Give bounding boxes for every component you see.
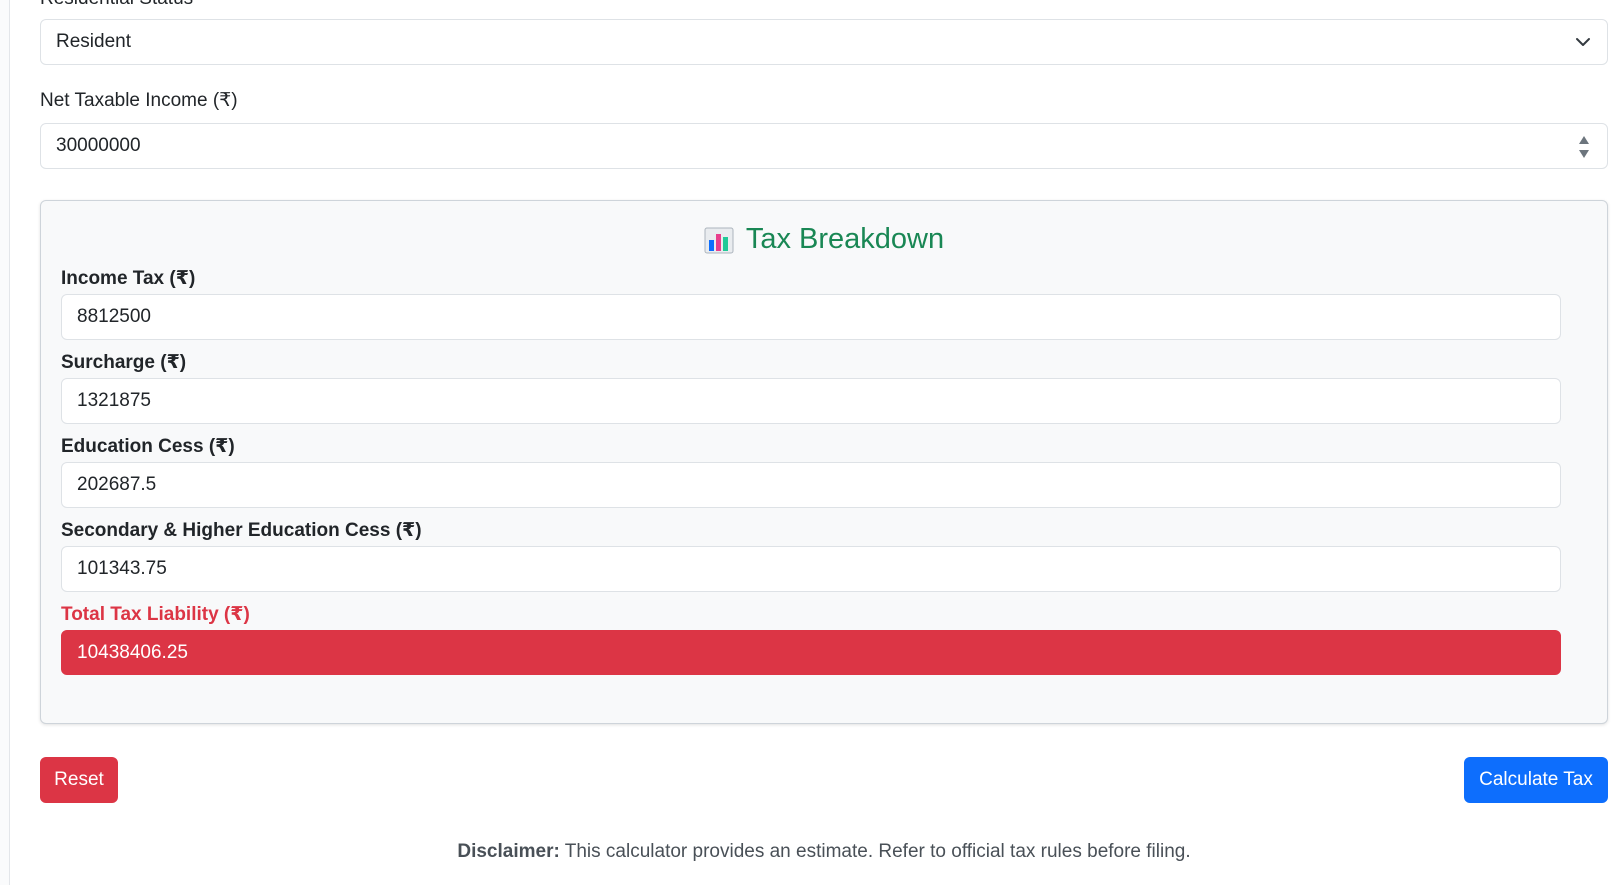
income-tax-value: 8812500 (77, 306, 151, 327)
total-tax-liability-label: Total Tax Liability (₹) (61, 604, 250, 625)
net-taxable-income-label: Net Taxable Income (₹) (40, 90, 238, 111)
left-edge-divider (0, 0, 10, 885)
surcharge-field[interactable]: 1321875 (61, 378, 1561, 424)
bar-chart-icon (704, 227, 734, 253)
calculate-tax-button[interactable]: Calculate Tax (1464, 757, 1608, 803)
disclaimer: Disclaimer: This calculator provides an … (40, 841, 1608, 863)
surcharge-value: 1321875 (77, 390, 151, 411)
residential-status-label: Residential Status (40, 0, 193, 10)
residential-status-select[interactable]: Resident (40, 19, 1608, 65)
reset-button[interactable]: Reset (40, 757, 118, 803)
income-tax-field[interactable]: 8812500 (61, 294, 1561, 340)
income-tax-label: Income Tax (₹) (61, 268, 196, 289)
education-cess-value: 202687.5 (77, 474, 157, 495)
disclaimer-prefix: Disclaimer: (457, 841, 560, 862)
tax-breakdown-heading: Tax Breakdown (41, 223, 1607, 256)
tax-breakdown-title: Tax Breakdown (745, 223, 945, 255)
residential-status-value: Resident (56, 31, 131, 52)
surcharge-label: Surcharge (₹) (61, 352, 187, 373)
disclaimer-text: This calculator provides an estimate. Re… (559, 841, 1191, 862)
secondary-higher-education-cess-label: Secondary & Higher Education Cess (₹) (61, 520, 422, 541)
net-taxable-income-value: 30000000 (56, 135, 141, 156)
total-tax-liability-value: 10438406.25 (77, 641, 188, 663)
secondary-higher-education-cess-value: 101343.75 (77, 558, 167, 579)
chevron-down-icon (1576, 38, 1590, 46)
tax-calculator-page: Residential Status Resident Net Taxable … (0, 0, 1623, 885)
education-cess-label: Education Cess (₹) (61, 436, 235, 457)
net-taxable-income-input[interactable]: 30000000 (40, 123, 1608, 169)
total-tax-liability-field[interactable]: 10438406.25 (61, 630, 1561, 675)
number-spinner-icon[interactable] (1577, 133, 1591, 161)
secondary-higher-education-cess-field[interactable]: 101343.75 (61, 546, 1561, 592)
education-cess-field[interactable]: 202687.5 (61, 462, 1561, 508)
tax-breakdown-card: Tax Breakdown Income Tax (₹) 8812500 Sur… (40, 200, 1608, 724)
